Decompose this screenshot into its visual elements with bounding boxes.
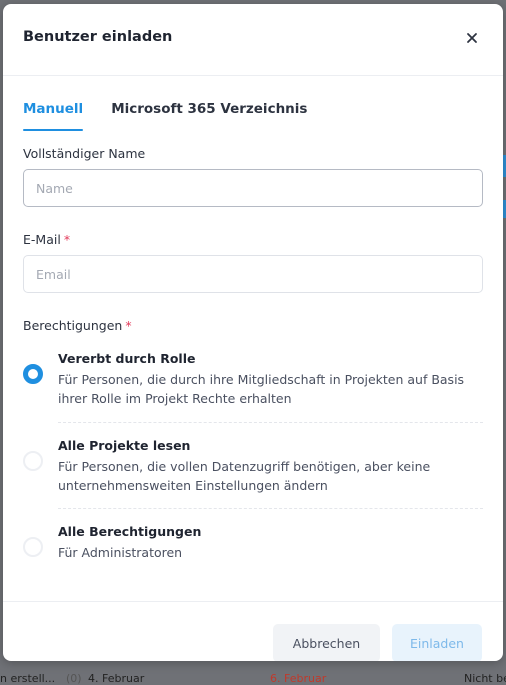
permission-option-inherited-by-role[interactable]: Vererbt durch Rolle Für Personen, die du…	[23, 351, 483, 411]
permission-description: Für Personen, die durch ihre Mitgliedsch…	[58, 372, 465, 406]
permission-title: Alle Berechtigungen	[58, 524, 202, 539]
background-text: n erstell...	[0, 672, 56, 685]
full-name-label: Vollständiger Name	[23, 146, 146, 161]
full-name-input[interactable]	[23, 169, 483, 207]
background-text: 6. Februar	[270, 672, 327, 685]
email-input[interactable]	[23, 255, 483, 293]
radio-button[interactable]	[23, 537, 43, 557]
invite-button[interactable]: Einladen	[392, 624, 482, 661]
background-text: (0)	[66, 672, 82, 685]
invite-user-dialog: Benutzer einladen Manuell Microsoft 365 …	[3, 4, 503, 661]
close-icon	[467, 33, 477, 43]
tab-bar: Manuell Microsoft 365 Verzeichnis	[23, 101, 307, 131]
email-label: E-Mail *	[23, 232, 71, 247]
close-button[interactable]	[463, 29, 481, 47]
cancel-button[interactable]: Abbrechen	[273, 624, 380, 661]
permission-description: Für Personen, die vollen Datenzugriff be…	[58, 459, 431, 493]
radio-button[interactable]	[23, 364, 43, 384]
radio-button[interactable]	[23, 451, 43, 471]
tab-manual[interactable]: Manuell	[23, 101, 84, 131]
required-marker: *	[125, 318, 132, 333]
background-text: 4. Februar	[88, 672, 145, 685]
permission-description: Für Administratoren	[58, 545, 183, 560]
dialog-footer: Abbrechen Einladen	[3, 601, 503, 661]
tab-microsoft-365-directory[interactable]: Microsoft 365 Verzeichnis	[111, 101, 307, 131]
option-divider	[58, 422, 483, 423]
permission-title: Alle Projekte lesen	[58, 438, 191, 453]
permission-option-all-permissions[interactable]: Alle Berechtigungen Für Administratoren	[23, 524, 483, 564]
permission-option-read-all-projects[interactable]: Alle Projekte lesen Für Personen, die vo…	[23, 438, 483, 498]
background-text: Nicht be	[464, 672, 506, 685]
permission-title: Vererbt durch Rolle	[58, 351, 196, 366]
permissions-label: Berechtigungen *	[23, 318, 132, 333]
option-divider	[58, 508, 483, 509]
dialog-title: Benutzer einladen	[23, 29, 173, 45]
dialog-header: Benutzer einladen	[3, 4, 503, 76]
required-marker: *	[63, 232, 71, 247]
